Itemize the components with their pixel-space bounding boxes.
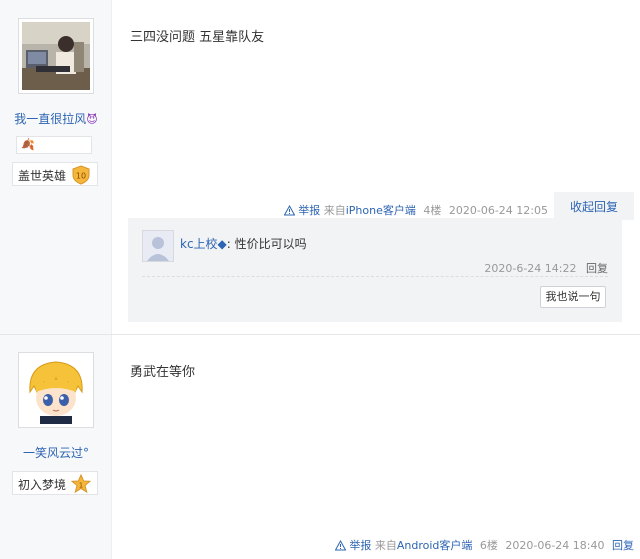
author-sidebar: 我一直很拉风😈 🍂 盖世英雄 10 <box>0 0 112 334</box>
post-content-area: 三四没问题 五星靠队友 举报 来自iPhone客户端 4楼 2020-06-24… <box>112 0 640 334</box>
avatar[interactable] <box>18 352 94 428</box>
post-content-text: 勇武在等你 <box>130 365 196 380</box>
username-suffix: ° <box>83 446 89 460</box>
reply-line: kc上校◆: 性价比可以吗 <box>180 235 307 252</box>
from-label: 来自 <box>374 539 397 552</box>
level-number: 10 <box>76 172 86 181</box>
reply-text: : 性价比可以吗 <box>226 237 307 251</box>
username-text[interactable]: 一笑风云过 <box>23 446 83 460</box>
avatar-photo <box>22 22 90 90</box>
level-title: 初入梦境 <box>18 478 67 492</box>
member-level[interactable]: 初入梦境 1 <box>12 471 98 495</box>
badge-icon[interactable]: 🍂 <box>21 138 35 151</box>
author-username[interactable]: 一笑风云过° <box>0 444 112 461</box>
report-link[interactable]: 举报 <box>349 539 371 552</box>
reply-datetime: 2020-6-24 14:22 <box>484 262 577 275</box>
level-shield-icon: 10 <box>72 165 90 185</box>
collapse-replies-button[interactable]: 收起回复 <box>554 192 634 220</box>
warning-icon <box>283 205 295 216</box>
client-link[interactable]: Android客户端 <box>397 539 473 552</box>
floor-number: 4楼 <box>423 204 442 217</box>
devil-emoji-icon: 😈 <box>86 113 98 126</box>
avatar-anime <box>22 356 90 424</box>
post-datetime: 2020-06-24 12:05 <box>448 204 548 217</box>
post-datetime: 2020-06-24 18:40 <box>505 539 605 552</box>
reply-meta: 2020-6-24 14:22 回复 <box>484 260 608 276</box>
post-floor-4: 我一直很拉风😈 🍂 盖世英雄 10 三四没问题 五星靠队友 举报 来自iPhon… <box>0 0 640 334</box>
avatar[interactable] <box>18 18 94 94</box>
level-star-icon: 1 <box>71 474 91 494</box>
reply-avatar[interactable] <box>142 230 174 262</box>
post-tail: 举报 来自Android客户端 6楼 2020-06-24 18:40 回复 <box>334 537 634 553</box>
post-content-text: 三四没问题 五星靠队友 <box>130 30 265 45</box>
badge-row: 🍂 <box>16 136 92 154</box>
warning-icon <box>334 540 346 551</box>
say-something-button[interactable]: 我也说一句 <box>540 286 606 308</box>
member-level[interactable]: 盖世英雄 10 <box>12 162 98 186</box>
reply-username[interactable]: kc上校◆ <box>180 237 227 251</box>
report-link[interactable]: 举报 <box>298 204 320 217</box>
reply-divider <box>142 276 608 277</box>
reply-item: kc上校◆: 性价比可以吗 2020-6-24 14:22 回复 <box>142 230 608 276</box>
default-user-icon <box>143 231 173 261</box>
floor-number: 6楼 <box>479 539 498 552</box>
author-username[interactable]: 我一直很拉风😈 <box>0 110 112 127</box>
post-tail: 举报 来自iPhone客户端 4楼 2020-06-24 12:05 <box>283 202 548 218</box>
level-number: 1 <box>79 482 83 490</box>
client-link[interactable]: iPhone客户端 <box>346 204 416 217</box>
username-text[interactable]: 我一直很拉风 <box>14 112 86 126</box>
post-content-area: 勇武在等你 举报 来自Android客户端 6楼 2020-06-24 18:4… <box>112 335 640 559</box>
level-title: 盖世英雄 <box>18 169 67 183</box>
from-label: 来自 <box>323 204 346 217</box>
reply-button[interactable]: 回复 <box>586 262 608 275</box>
reply-box: kc上校◆: 性价比可以吗 2020-6-24 14:22 回复 我也说一句 <box>128 218 622 322</box>
post-floor-6: 一笑风云过° 初入梦境 1 勇武在等你 举报 来自Android客户端 6楼 2… <box>0 334 640 559</box>
reply-button[interactable]: 回复 <box>612 539 634 552</box>
author-sidebar: 一笑风云过° 初入梦境 1 <box>0 335 112 559</box>
